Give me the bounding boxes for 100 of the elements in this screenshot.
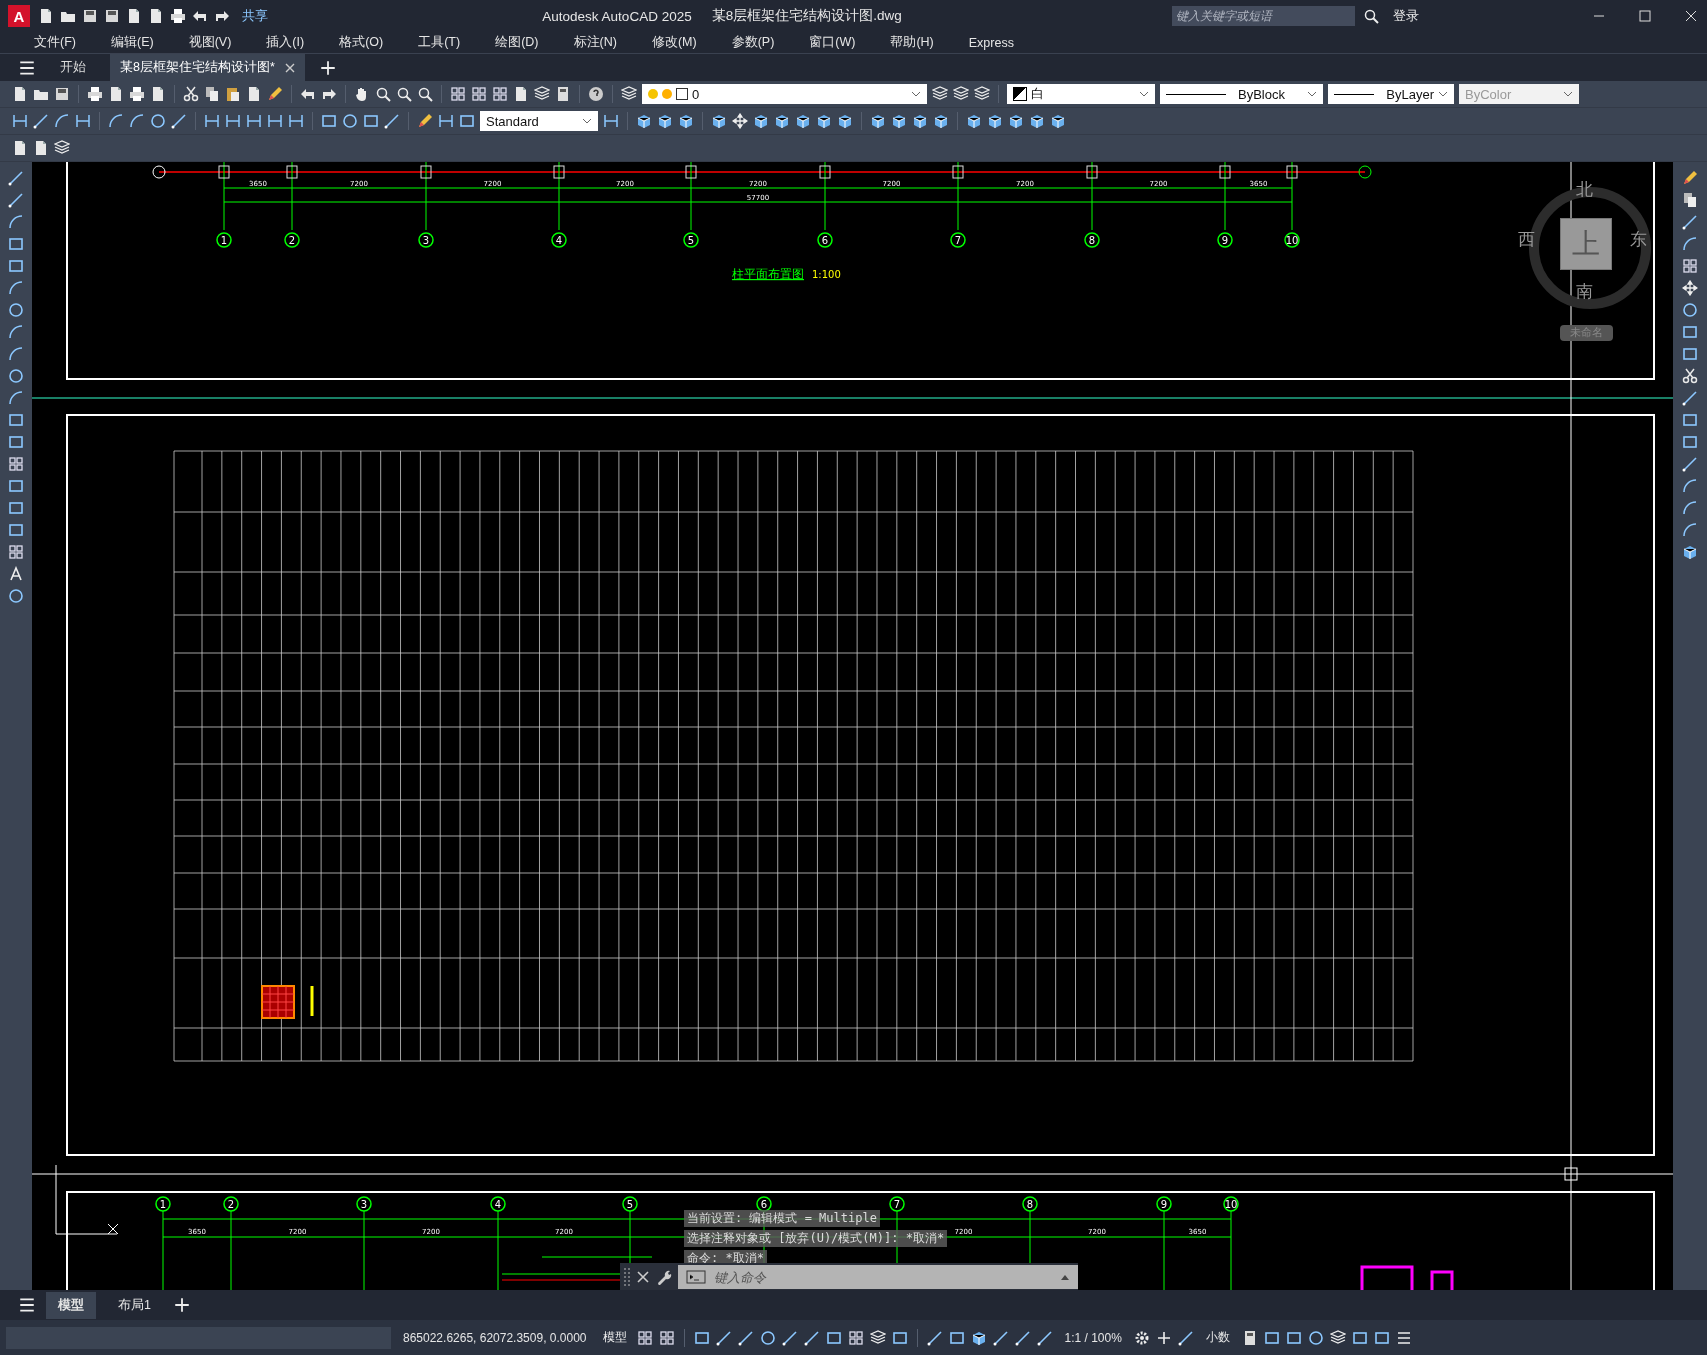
cube-icon[interactable] [678, 113, 694, 129]
circle-icon[interactable] [342, 113, 358, 129]
menu-icon[interactable] [18, 1296, 36, 1314]
document-icon[interactable] [108, 86, 124, 102]
line-icon[interactable] [33, 113, 49, 129]
menu-icon[interactable] [1395, 1329, 1412, 1346]
file-tab[interactable]: 某8层框架住宅结构设计图* [110, 54, 305, 81]
menu-item[interactable]: 插入(I) [248, 34, 322, 51]
cube-icon[interactable] [970, 1329, 987, 1346]
cube-icon[interactable] [966, 113, 982, 129]
document-icon[interactable] [12, 86, 28, 102]
units-dropdown[interactable]: 小数 [1199, 1329, 1236, 1346]
arc-icon[interactable] [8, 324, 24, 340]
box-icon[interactable] [1682, 412, 1698, 428]
cube-icon[interactable] [795, 113, 811, 129]
model-space-button[interactable]: 模型 [598, 1329, 631, 1346]
cube-icon[interactable] [987, 113, 1003, 129]
line-icon[interactable] [1036, 1329, 1053, 1346]
box-icon[interactable] [1373, 1329, 1390, 1346]
arc-icon[interactable] [8, 390, 24, 406]
printer-icon[interactable] [170, 8, 186, 24]
color-dropdown[interactable]: 白 [1007, 84, 1155, 104]
box-icon[interactable] [891, 1329, 908, 1346]
document-icon[interactable] [246, 86, 262, 102]
clipboard-icon[interactable] [225, 86, 241, 102]
box-icon[interactable] [1682, 434, 1698, 450]
circle-icon[interactable] [1307, 1329, 1324, 1346]
plus-icon[interactable] [318, 58, 337, 77]
menu-item[interactable]: 帮助(H) [872, 34, 951, 51]
dimension-icon[interactable] [75, 113, 91, 129]
app-logo[interactable]: A [8, 5, 30, 27]
box-icon[interactable] [8, 258, 24, 274]
arc-icon[interactable] [129, 113, 145, 129]
box-icon[interactable] [459, 113, 475, 129]
box-icon[interactable] [8, 412, 24, 428]
document-icon[interactable] [38, 8, 54, 24]
box-icon[interactable] [8, 236, 24, 252]
dimension-icon[interactable] [603, 113, 619, 129]
dimension-icon[interactable] [204, 113, 220, 129]
dimension-icon[interactable] [12, 113, 28, 129]
menu-item[interactable]: 参数(P) [713, 34, 792, 51]
line-icon[interactable] [1682, 214, 1698, 230]
arc-icon[interactable] [108, 113, 124, 129]
cube-icon[interactable] [1029, 113, 1045, 129]
close-icon[interactable] [1685, 10, 1697, 22]
line-icon[interactable] [1682, 390, 1698, 406]
line-icon[interactable] [992, 1329, 1009, 1346]
gear-icon[interactable] [1133, 1329, 1150, 1346]
help-icon[interactable] [588, 86, 604, 102]
compass-west[interactable]: 西 [1518, 228, 1535, 251]
caret-icon[interactable] [1060, 1274, 1070, 1280]
grid-icon[interactable] [492, 86, 508, 102]
arc-icon[interactable] [1682, 522, 1698, 538]
lineweight-dropdown[interactable]: ByLayer [1328, 84, 1454, 104]
cube-icon[interactable] [870, 113, 886, 129]
layers-icon[interactable] [54, 140, 70, 156]
maximize-icon[interactable] [1639, 10, 1651, 22]
cube-icon[interactable] [636, 113, 652, 129]
plus-icon[interactable] [172, 1296, 191, 1314]
box-icon[interactable] [8, 522, 24, 538]
layers-icon[interactable] [534, 86, 550, 102]
menu-item[interactable]: 绘图(D) [477, 34, 556, 51]
printer-icon[interactable] [87, 86, 103, 102]
annotation-scale-button[interactable]: 1:1 / 100% [1058, 1330, 1128, 1345]
dimension-icon[interactable] [246, 113, 262, 129]
grid-icon[interactable] [636, 1329, 653, 1346]
grid-icon[interactable] [847, 1329, 864, 1346]
close-icon[interactable] [284, 62, 295, 73]
sign-in-button[interactable]: 登录 [1387, 6, 1425, 26]
layer-dropdown[interactable]: 0 [642, 84, 927, 104]
dimension-icon[interactable] [288, 113, 304, 129]
box-icon[interactable] [1285, 1329, 1302, 1346]
caret-icon[interactable] [911, 91, 921, 97]
scissors-icon[interactable] [1682, 368, 1698, 384]
grid-icon[interactable] [1682, 258, 1698, 274]
circle-icon[interactable] [8, 588, 24, 604]
search-field[interactable]: 键入关键字或短语 [1172, 6, 1355, 26]
circle-icon[interactable] [1682, 302, 1698, 318]
menu-item[interactable]: 窗口(W) [791, 34, 873, 51]
box-icon[interactable] [8, 434, 24, 450]
cube-icon[interactable] [657, 113, 673, 129]
printer-icon[interactable] [129, 86, 145, 102]
cube-icon[interactable] [753, 113, 769, 129]
copy-icon[interactable] [1682, 192, 1698, 208]
arc-icon[interactable] [1682, 236, 1698, 252]
save-icon[interactable] [82, 8, 98, 24]
cube-icon[interactable] [912, 113, 928, 129]
box-icon[interactable] [948, 1329, 965, 1346]
compass-east[interactable]: 东 [1630, 228, 1647, 251]
zoom-icon[interactable] [375, 86, 391, 102]
menu-icon[interactable] [18, 58, 36, 77]
zoom-icon[interactable] [417, 86, 433, 102]
grid-icon[interactable] [471, 86, 487, 102]
cube-icon[interactable] [711, 113, 727, 129]
caret-icon[interactable] [1139, 91, 1149, 97]
circle-icon[interactable] [150, 113, 166, 129]
grid-icon[interactable] [8, 544, 24, 560]
line-icon[interactable] [1014, 1329, 1031, 1346]
layers-icon[interactable] [932, 86, 948, 102]
layers-icon[interactable] [974, 86, 990, 102]
